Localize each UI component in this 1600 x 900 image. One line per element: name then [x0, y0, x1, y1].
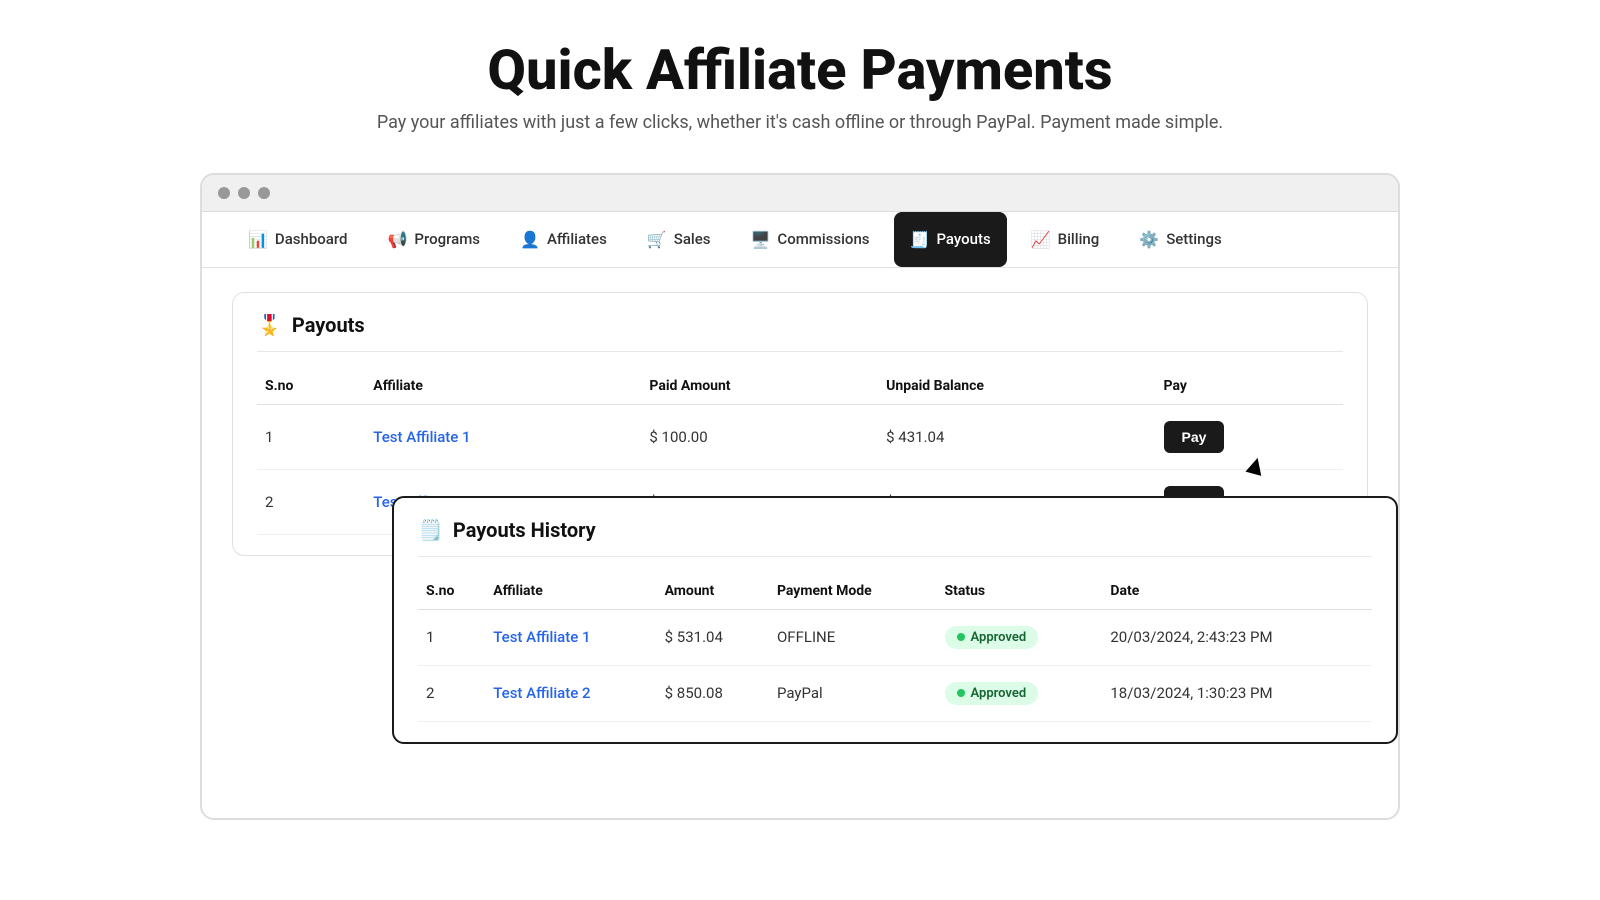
sales-icon: 🛒	[647, 230, 667, 249]
table-row: 2 Test Affiliate 2 $ 850.08 PayPal Appro…	[418, 665, 1372, 721]
hist-col-affiliate: Affiliate	[485, 573, 656, 610]
nav-label-programs: Programs	[414, 230, 480, 248]
col-paid-amount: Paid Amount	[641, 368, 878, 405]
nav-item-dashboard[interactable]: 📊 Dashboard	[232, 212, 364, 267]
payouts-icon: 🧾	[910, 230, 930, 249]
history-panel: 🗒️ Payouts History S.no Affiliate Amount…	[392, 496, 1398, 744]
nav-item-payouts[interactable]: 🧾 Payouts	[894, 212, 1007, 267]
window-dot-2	[238, 187, 250, 199]
cell-affiliate[interactable]: Test Affiliate 1	[365, 404, 641, 469]
cell-payment-mode: PayPal	[769, 665, 937, 721]
history-panel-title: 🗒️ Payouts History	[418, 518, 1372, 557]
cell-affiliate[interactable]: Test Affiliate 2	[485, 665, 656, 721]
table-row: 1 Test Affiliate 1 $ 531.04 OFFLINE Appr…	[418, 609, 1372, 665]
nav-label-settings: Settings	[1166, 230, 1222, 248]
nav-label-affiliates: Affiliates	[547, 230, 607, 248]
cell-sno: 2	[257, 469, 365, 534]
nav-label-dashboard: Dashboard	[275, 230, 348, 248]
nav-item-commissions[interactable]: 🖥️ Commissions	[734, 212, 885, 267]
page-header: Quick Affiliate Payments Pay your affili…	[377, 0, 1223, 153]
cell-sno: 1	[418, 609, 485, 665]
nav-label-sales: Sales	[674, 230, 711, 248]
affiliate-link: Test Affiliate 2	[493, 684, 590, 702]
nav-label-billing: Billing	[1058, 230, 1100, 248]
affiliates-icon: 👤	[520, 230, 540, 249]
window-dot-1	[218, 187, 230, 199]
table-row: 1 Test Affiliate 1 $ 100.00 $ 431.04 Pay	[257, 404, 1343, 469]
cell-paid-amount: $ 100.00	[641, 404, 878, 469]
payouts-panel-title: 🎖️ Payouts	[257, 313, 1343, 352]
col-affiliate: Affiliate	[365, 368, 641, 405]
hist-col-amount: Amount	[657, 573, 769, 610]
nav-item-settings[interactable]: ⚙️ Settings	[1123, 212, 1237, 267]
status-dot	[957, 689, 965, 697]
history-panel-icon: 🗒️	[418, 518, 443, 542]
col-pay: Pay	[1156, 368, 1343, 405]
cell-status: Approved	[937, 609, 1103, 665]
billing-icon: 📈	[1031, 230, 1051, 249]
affiliate-link: Test Affiliate 1	[373, 428, 470, 446]
cell-sno: 1	[257, 404, 365, 469]
hist-col-sno: S.no	[418, 573, 485, 610]
nav-item-programs[interactable]: 📢 Programs	[372, 212, 497, 267]
hist-col-status: Status	[937, 573, 1103, 610]
browser-window: 📊 Dashboard 📢 Programs 👤 Affiliates 🛒 Sa…	[200, 173, 1400, 820]
browser-titlebar	[202, 175, 1398, 212]
pay-button[interactable]: Pay	[1164, 421, 1225, 453]
cell-amount: $ 531.04	[657, 609, 769, 665]
affiliate-link: Test Affiliate 1	[493, 628, 590, 646]
page-subtitle: Pay your affiliates with just a few clic…	[377, 112, 1223, 133]
hist-col-date: Date	[1102, 573, 1372, 610]
nav-label-commissions: Commissions	[777, 230, 869, 248]
main-content: 🎖️ Payouts S.no Affiliate Paid Amount Un…	[202, 268, 1398, 818]
cell-affiliate[interactable]: Test Affiliate 1	[485, 609, 656, 665]
commissions-icon: 🖥️	[750, 230, 770, 249]
status-badge: Approved	[945, 682, 1039, 705]
cell-amount: $ 850.08	[657, 665, 769, 721]
dashboard-icon: 📊	[248, 230, 268, 249]
cell-sno: 2	[418, 665, 485, 721]
status-dot	[957, 633, 965, 641]
nav-item-sales[interactable]: 🛒 Sales	[631, 212, 727, 267]
page-title: Quick Affiliate Payments	[377, 40, 1223, 102]
nav-item-affiliates[interactable]: 👤 Affiliates	[504, 212, 623, 267]
nav-bar: 📊 Dashboard 📢 Programs 👤 Affiliates 🛒 Sa…	[202, 212, 1398, 268]
cell-date: 20/03/2024, 2:43:23 PM	[1102, 609, 1372, 665]
cell-unpaid-balance: $ 431.04	[878, 404, 1155, 469]
settings-icon: ⚙️	[1139, 230, 1159, 249]
cell-status: Approved	[937, 665, 1103, 721]
cell-payment-mode: OFFLINE	[769, 609, 937, 665]
col-sno: S.no	[257, 368, 365, 405]
payouts-panel-icon: 🎖️	[257, 313, 282, 337]
cell-date: 18/03/2024, 1:30:23 PM	[1102, 665, 1372, 721]
hist-col-payment-mode: Payment Mode	[769, 573, 937, 610]
history-table: S.no Affiliate Amount Payment Mode Statu…	[418, 573, 1372, 722]
col-unpaid-balance: Unpaid Balance	[878, 368, 1155, 405]
nav-label-payouts: Payouts	[936, 230, 990, 248]
programs-icon: 📢	[388, 230, 408, 249]
status-badge: Approved	[945, 626, 1039, 649]
nav-item-billing[interactable]: 📈 Billing	[1015, 212, 1116, 267]
window-dot-3	[258, 187, 270, 199]
